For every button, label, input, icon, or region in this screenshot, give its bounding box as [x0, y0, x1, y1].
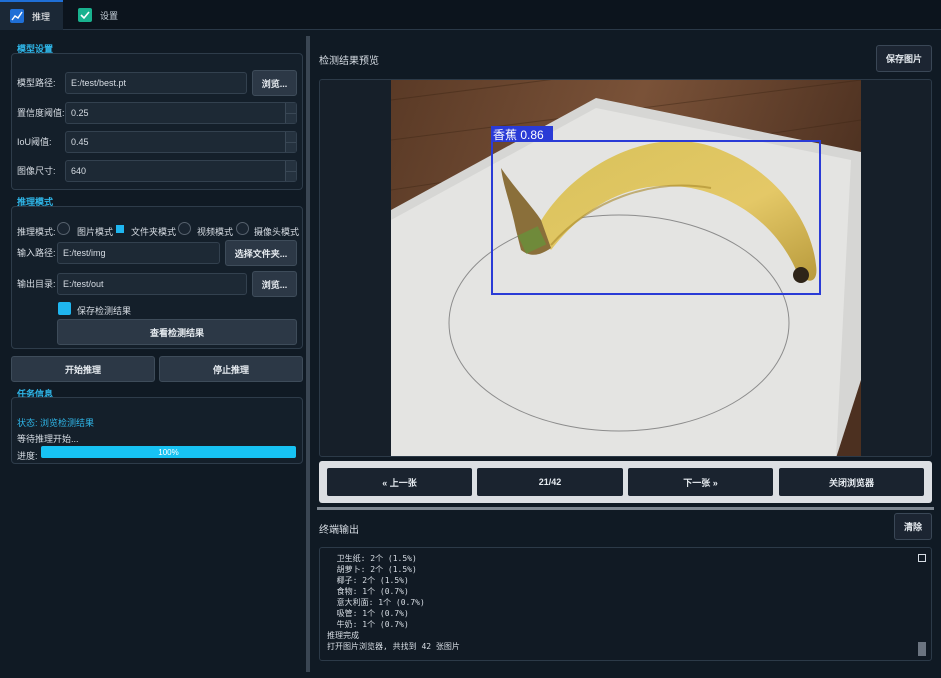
input-path-field[interactable]: E:/test/img [57, 242, 220, 264]
detection-image: 香蕉 0.86 [391, 80, 861, 456]
mode-label: 推理模式: [17, 227, 56, 237]
terminal-line: 意大利面: 1个 (0.7%) [327, 598, 425, 607]
image-size-spin-buttons[interactable] [285, 161, 296, 181]
image-size-value: 640 [71, 166, 87, 176]
save-results-label: 保存检测结果 [77, 306, 132, 316]
waiting-text: 等待推理开始... [17, 434, 79, 444]
status-text: 状态: 浏览检测结果 [17, 418, 95, 428]
start-inference-button[interactable]: 开始推理 [11, 356, 155, 382]
iou-value: 0.45 [71, 137, 89, 147]
tab-inference-label: 推理 [32, 11, 51, 22]
output-dir-field[interactable]: E:/test/out [57, 273, 247, 295]
model-path-input[interactable]: E:/test/best.pt [65, 72, 247, 94]
confidence-spin-buttons[interactable] [285, 103, 296, 123]
progress-label: 进度: [17, 451, 38, 461]
terminal-line: 食物: 1个 (0.7%) [327, 587, 409, 596]
image-counter: 21/42 [477, 468, 623, 496]
model-browse-button[interactable]: 浏览... [252, 70, 297, 96]
input-path-label: 输入路径: [17, 248, 56, 258]
navigation-bar: « 上一张 21/42 下一张 » 关闭浏览器 [319, 461, 932, 503]
view-results-button[interactable]: 查看检测结果 [57, 319, 297, 345]
video-mode-label: 视频模式 [197, 227, 234, 237]
preview-area: 香蕉 0.86 [319, 79, 932, 457]
checkmark-icon [78, 8, 92, 22]
model-path-label: 模型路径: [17, 78, 56, 88]
terminal-line: 胡萝卜: 2个 (1.5%) [327, 565, 417, 574]
terminal-line: 椰子: 2个 (1.5%) [327, 576, 409, 585]
radio-image-mode[interactable] [57, 222, 70, 235]
camera-mode-label: 摄像头模式 [254, 227, 300, 237]
tab-bar: 推理 设置 [0, 0, 941, 30]
image-mode-label: 图片模式 [77, 227, 114, 237]
radio-video-mode[interactable] [178, 222, 191, 235]
progress-bar: 100% [41, 446, 296, 458]
radio-camera-mode[interactable] [236, 222, 249, 235]
terminal-line: 卫生纸: 2个 (1.5%) [327, 554, 417, 563]
output-browse-button[interactable]: 浏览... [252, 271, 297, 297]
progress-text: 100% [158, 447, 179, 457]
terminal-scrollbar[interactable] [918, 554, 926, 656]
select-folder-button[interactable]: 选择文件夹... [225, 240, 297, 266]
terminal-output[interactable]: 卫生纸: 2个 (1.5%) 胡萝卜: 2个 (1.5%) 椰子: 2个 (1.… [319, 547, 932, 661]
next-image-button[interactable]: 下一张 » [628, 468, 773, 496]
terminal-title: 终端输出 [319, 525, 359, 536]
terminal-line: 打开图片浏览器, 共找到 42 张图片 [327, 642, 460, 651]
save-results-checkbox[interactable] [58, 302, 71, 315]
confidence-value: 0.25 [71, 108, 89, 118]
terminal-line: 推理完成 [327, 631, 359, 640]
prev-image-button[interactable]: « 上一张 [327, 468, 472, 496]
terminal-line: 吸管: 1个 (0.7%) [327, 609, 409, 618]
tab-settings-label: 设置 [100, 10, 119, 21]
iou-label: IoU阈值: [17, 137, 52, 147]
image-size-spinbox[interactable]: 640 [65, 160, 297, 182]
confidence-label: 置信度阈值: [17, 108, 65, 118]
vertical-splitter[interactable] [317, 507, 934, 510]
iou-spinbox[interactable]: 0.45 [65, 131, 297, 153]
save-image-button[interactable]: 保存图片 [876, 45, 932, 72]
iou-spin-buttons[interactable] [285, 132, 296, 152]
terminal-line: 牛奶: 1个 (0.7%) [327, 620, 409, 629]
image-size-label: 图像尺寸: [17, 166, 56, 176]
detection-label: 香蕉 0.86 [493, 128, 544, 142]
output-dir-label: 输出目录: [17, 279, 56, 289]
scroll-thumb[interactable] [918, 642, 926, 656]
close-browser-button[interactable]: 关闭浏览器 [779, 468, 924, 496]
radio-folder-mode-selected[interactable] [116, 225, 124, 233]
stop-inference-button[interactable]: 停止推理 [159, 356, 303, 382]
chart-icon [10, 9, 24, 23]
scroll-up-icon[interactable] [918, 554, 926, 562]
confidence-spinbox[interactable]: 0.25 [65, 102, 297, 124]
tab-settings[interactable]: 设置 [68, 0, 133, 30]
preview-title: 检测结果预览 [319, 56, 379, 67]
panel-splitter[interactable] [306, 36, 310, 672]
tab-inference[interactable]: 推理 [0, 0, 63, 30]
folder-mode-label: 文件夹模式 [131, 227, 177, 237]
clear-terminal-button[interactable]: 清除 [894, 513, 932, 540]
